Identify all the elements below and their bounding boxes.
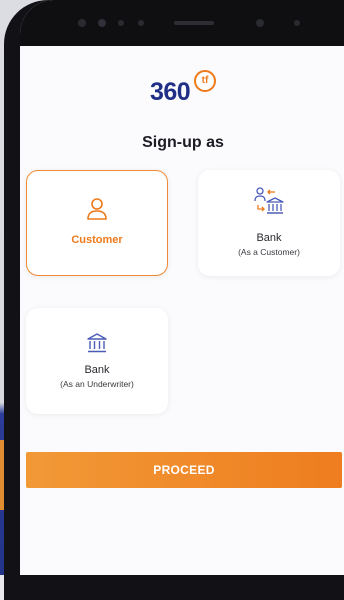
sensor-icon — [294, 20, 300, 26]
earpiece-speaker — [174, 21, 214, 25]
option-label: Bank — [84, 364, 110, 376]
sensor-icon — [118, 20, 124, 26]
option-label: Customer — [71, 234, 123, 246]
logo-number: 360 — [150, 78, 191, 106]
bank-icon — [26, 332, 168, 359]
option-sublabel: (As a Customer) — [238, 247, 300, 257]
bank-exchange-icon — [198, 186, 340, 221]
option-label: Bank — [256, 232, 282, 244]
sensor-icon — [138, 20, 144, 26]
proceed-button[interactable]: PROCEED — [26, 452, 342, 488]
app-logo: 360 tf — [150, 70, 230, 110]
app-screen: 360 tf Sign-up as Customer Bank (As a Cu… — [20, 0, 344, 575]
sensor-icon — [78, 19, 86, 27]
option-bank-customer-card[interactable]: Bank (As a Customer) — [198, 170, 340, 276]
phone-top-bezel — [20, 0, 344, 46]
option-bank-underwriter-card[interactable]: Bank (As an Underwriter) — [26, 308, 168, 414]
sensor-icon — [98, 19, 106, 27]
phone-frame: 360 tf Sign-up as Customer Bank (As a Cu… — [4, 0, 344, 600]
option-sublabel: (As an Underwriter) — [60, 379, 134, 389]
camera-icon — [256, 19, 264, 27]
logo-badge: tf — [194, 70, 216, 92]
option-customer-card[interactable]: Customer — [26, 170, 168, 276]
user-icon — [27, 197, 167, 226]
page-title: Sign-up as — [142, 134, 224, 151]
